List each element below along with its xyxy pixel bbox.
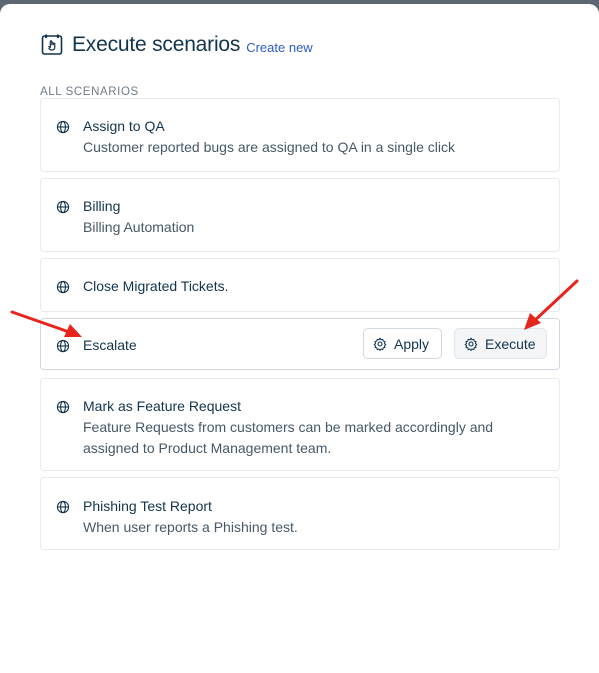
annotation-arrow-execute [524,279,579,330]
annotation-arrow-escalate [10,310,82,337]
annotation-arrows [10,279,579,337]
